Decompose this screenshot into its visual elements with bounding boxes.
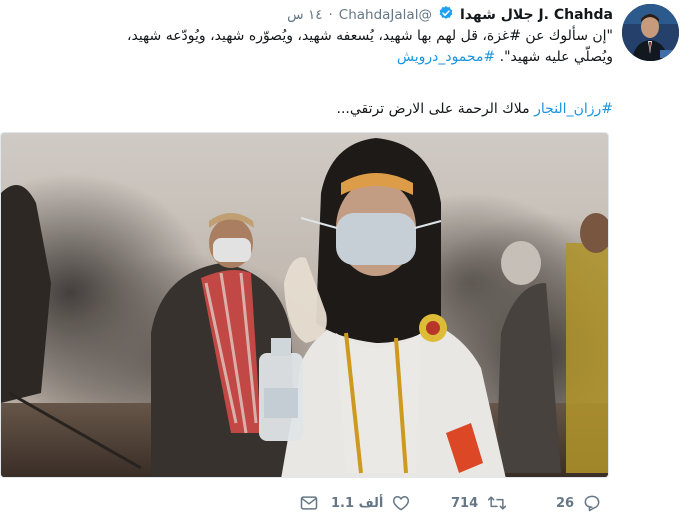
like-icon[interactable] <box>391 493 411 513</box>
tweet-caption: #رزان_النجار ملاك الرحمة على الارض ترتقي… <box>13 99 614 120</box>
reply-count: 26 <box>556 495 575 511</box>
separator: · <box>328 7 333 23</box>
retweet-count: 714 <box>451 495 479 511</box>
tweet-text-line-2: ويُصلّي عليه شهيد". #محمود_درويش <box>13 47 613 68</box>
retweet-action[interactable]: 714 <box>451 493 508 513</box>
tweet-header: J. Chahda جلال شهدا @ChahdaJalal · ١٤ س <box>287 4 613 26</box>
tweet-text-line-2-text: ويُصلّي عليه شهيد". <box>495 49 613 65</box>
tweet-text-line-1: "إن سألوك عن #غزة، قل لهم بها شهيد، يُسع… <box>126 28 613 44</box>
reply-icon[interactable] <box>582 493 602 513</box>
like-count: 1.1 ألف <box>331 495 384 511</box>
direct-message-icon[interactable] <box>299 493 319 513</box>
handle[interactable]: @ChahdaJalal <box>339 7 432 23</box>
direct-message-action[interactable] <box>299 493 319 513</box>
like-action[interactable]: 1.1 ألف <box>331 493 411 513</box>
reply-action[interactable]: 26 <box>556 493 602 513</box>
tweet-actions: 26 714 1.1 ألف <box>0 486 609 520</box>
retweet-icon[interactable] <box>486 493 508 513</box>
display-name[interactable]: J. Chahda جلال شهدا <box>460 7 613 23</box>
caption-text: ملاك الرحمة على الارض ترتقي... <box>336 101 535 117</box>
tweet-photo[interactable] <box>0 132 609 478</box>
caption-hashtag-link[interactable]: #رزان_النجار <box>534 101 613 117</box>
tweet[interactable]: J. Chahda جلال شهدا @ChahdaJalal · ١٤ س … <box>0 0 689 521</box>
timestamp[interactable]: ١٤ س <box>287 7 322 23</box>
tweet-text: "إن سألوك عن #غزة، قل لهم بها شهيد، يُسع… <box>13 26 613 68</box>
hashtag-link[interactable]: #محمود_درويش <box>397 49 495 65</box>
verified-badge-icon <box>438 5 454 25</box>
avatar[interactable] <box>622 4 679 61</box>
